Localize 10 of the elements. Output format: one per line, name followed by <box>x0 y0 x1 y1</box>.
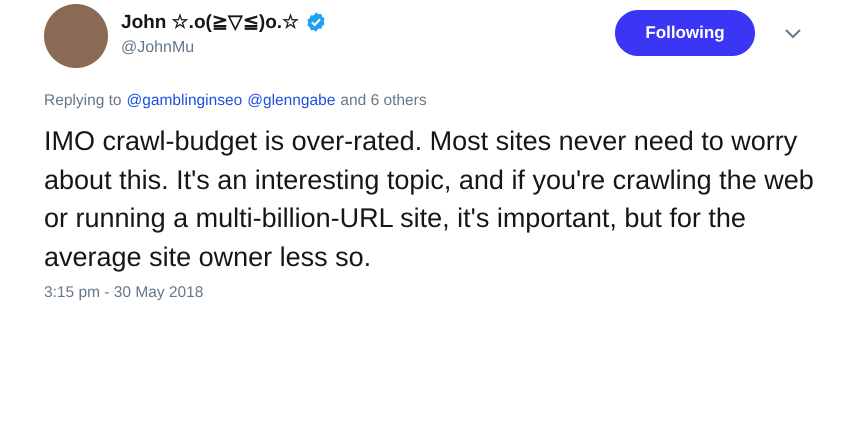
author-name[interactable]: John ☆.o(≧▽≦)o.☆ <box>121 10 300 34</box>
mention-link[interactable]: @gamblinginseo <box>126 92 242 110</box>
chevron-down-icon[interactable] <box>785 29 801 39</box>
author-handle[interactable]: @JohnMu <box>121 39 615 57</box>
following-button[interactable]: Following <box>615 10 755 56</box>
tweet-text: IMO crawl-budget is over-rated. Most sites never need to worry about this. It's an interesting topic, and if you're crawling the web or running a multi-billion-URL site, it's important, but for the average site owner less so. <box>44 125 814 274</box>
mention-link[interactable]: @glenngabe <box>247 92 336 110</box>
timestamp[interactable]: 3:15 pm - 30 May 2018 <box>44 284 204 302</box>
replying-label: Replying to <box>44 92 122 110</box>
others-link[interactable]: and 6 others <box>340 92 427 110</box>
